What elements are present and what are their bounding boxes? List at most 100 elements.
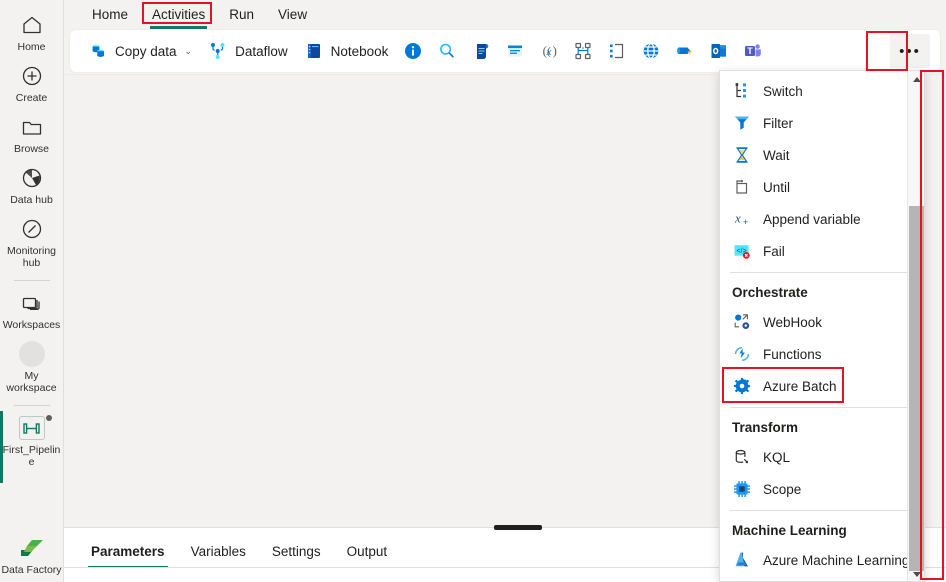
menu-item-azure-batch[interactable]: Azure Batch: [720, 370, 924, 402]
tab-activities[interactable]: Activities: [140, 3, 217, 29]
sidebar-label-first-pipeline: First_Pipeline: [2, 444, 61, 468]
ribbon-tab-strip: Home Activities Run View: [64, 0, 946, 30]
sidebar-item-data-factory[interactable]: Data Factory: [0, 529, 64, 582]
svg-text:x: x: [734, 211, 741, 226]
menu-label-functions: Functions: [763, 346, 822, 362]
activities-overflow-menu: Switch Filter Wait Until x + Append vari…: [719, 70, 925, 582]
tab-parameters[interactable]: Parameters: [80, 544, 176, 568]
menu-label-wait: Wait: [763, 147, 790, 163]
menu-label-filter: Filter: [763, 115, 793, 131]
sidebar-item-browse[interactable]: Browse: [0, 108, 64, 159]
folder-icon: [19, 114, 45, 140]
web-icon: [641, 41, 661, 61]
set-variable-button[interactable]: ( x ( ): [532, 35, 566, 67]
more-activities-button[interactable]: •••: [890, 34, 930, 68]
home-icon: [19, 12, 45, 38]
get-metadata-button[interactable]: [396, 35, 430, 67]
notebook-label: Notebook: [330, 43, 389, 59]
menu-label-azure-batch: Azure Batch: [763, 378, 837, 394]
kql-icon: [732, 447, 752, 467]
dataflow-label: Dataflow: [235, 43, 288, 59]
menu-item-filter[interactable]: Filter: [720, 107, 924, 139]
stored-procedure-button[interactable]: [498, 35, 532, 67]
menu-label-kql: KQL: [763, 449, 791, 465]
sidebar-item-first-pipeline[interactable]: First_Pipeline: [0, 409, 64, 483]
scroll-up-arrow-icon[interactable]: [908, 71, 924, 88]
lookup-icon: [437, 41, 457, 61]
menu-label-append-variable: Append variable: [763, 211, 861, 227]
get-metadata-icon: [403, 41, 423, 61]
menu-items-container: Switch Filter Wait Until x + Append vari…: [720, 71, 924, 576]
menu-divider-1: [730, 272, 914, 273]
scope-icon: [732, 479, 752, 499]
sidebar-label-browse: Browse: [13, 143, 49, 155]
sidebar-item-monitoring-hub[interactable]: Monitoring hub: [0, 210, 64, 273]
menu-item-azure-machine-learning[interactable]: Azure Machine Learning: [720, 544, 924, 576]
menu-item-scope[interactable]: Scope: [720, 473, 924, 505]
filter-icon: [732, 113, 752, 133]
menu-header-machine-learning: Machine Learning: [732, 523, 847, 538]
menu-item-switch[interactable]: Switch: [720, 75, 924, 107]
left-nav-rail: Home Create Browse Data hub Monitoring h…: [0, 0, 64, 582]
tab-variables[interactable]: Variables: [180, 544, 257, 568]
menu-item-fail[interactable]: </> Fail: [720, 235, 924, 267]
append-variable-icon: x +: [732, 209, 752, 229]
chevron-down-icon[interactable]: ⌄: [185, 46, 193, 57]
dataflow-button[interactable]: Dataflow: [200, 35, 296, 67]
dataflow-icon: [208, 41, 228, 61]
menu-scrollbar[interactable]: [907, 71, 924, 581]
stored-procedure-icon: [505, 41, 525, 61]
menu-item-wait[interactable]: Wait: [720, 139, 924, 171]
wait-icon: [732, 145, 752, 165]
sidebar-label-create: Create: [15, 92, 48, 104]
copy-data-label: Copy data: [115, 43, 177, 59]
data-factory-icon: [19, 535, 45, 561]
scrollbar-thumb[interactable]: [909, 206, 924, 571]
tab-output[interactable]: Output: [336, 544, 399, 568]
rail-divider-1: [13, 280, 50, 281]
menu-label-fail: Fail: [763, 243, 785, 259]
copy-data-button[interactable]: Copy data ⌄: [80, 35, 200, 67]
plus-circle-icon: [19, 63, 45, 89]
menu-item-until[interactable]: Until: [720, 171, 924, 203]
tab-home[interactable]: Home: [80, 3, 140, 28]
script-button[interactable]: [464, 35, 498, 67]
pipeline-icon: [18, 415, 45, 441]
sidebar-item-my-workspace[interactable]: My workspace: [0, 335, 64, 398]
switch-icon: [732, 81, 752, 101]
tab-view[interactable]: View: [266, 3, 319, 28]
sidebar-item-home[interactable]: Home: [0, 6, 64, 57]
menu-label-switch: Switch: [763, 83, 803, 99]
azure-ml-icon: [732, 550, 752, 570]
tab-settings[interactable]: Settings: [261, 544, 332, 568]
svg-text:): ): [553, 44, 557, 58]
activities-command-toolbar: Copy data ⌄ Dataflow Notebook (x () T …: [70, 30, 940, 72]
if-condition-button[interactable]: [566, 35, 600, 67]
menu-item-webhook[interactable]: WebHook: [720, 306, 924, 338]
script-icon: [471, 41, 491, 61]
webhook-activity-button[interactable]: [668, 35, 702, 67]
menu-item-kql[interactable]: KQL: [720, 441, 924, 473]
sidebar-label-my-workspace: My workspace: [6, 370, 57, 394]
web-button[interactable]: [634, 35, 668, 67]
foreach-button[interactable]: [600, 35, 634, 67]
tab-run[interactable]: Run: [217, 3, 266, 28]
office365-outlook-button[interactable]: [702, 35, 736, 67]
sidebar-item-create[interactable]: Create: [0, 57, 64, 108]
menu-divider-3: [730, 510, 914, 511]
svg-text:+: +: [743, 217, 748, 227]
menu-label-azure-machine-learning: Azure Machine Learning: [763, 552, 910, 568]
menu-item-append-variable[interactable]: x + Append variable: [720, 203, 924, 235]
scroll-down-arrow-icon[interactable]: [908, 566, 924, 581]
notebook-button[interactable]: Notebook: [296, 35, 397, 67]
teams-icon: T: [743, 41, 763, 61]
teams-button[interactable]: T: [736, 35, 770, 67]
menu-label-until: Until: [763, 179, 791, 195]
sidebar-item-data-hub[interactable]: Data hub: [0, 159, 64, 210]
panel-resize-handle[interactable]: [494, 525, 542, 530]
sidebar-item-workspaces[interactable]: Workspaces: [0, 284, 64, 335]
svg-text:(: (: [543, 44, 547, 58]
set-variable-icon: ( x ( ): [539, 41, 559, 61]
lookup-button[interactable]: [430, 35, 464, 67]
menu-item-functions[interactable]: Functions: [720, 338, 924, 370]
